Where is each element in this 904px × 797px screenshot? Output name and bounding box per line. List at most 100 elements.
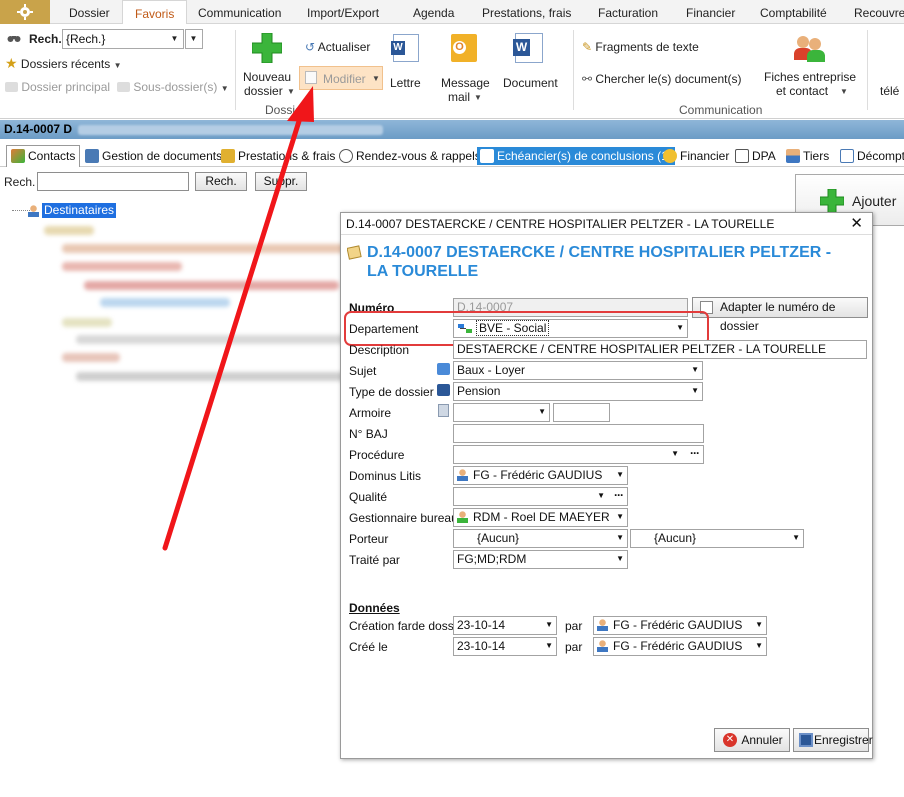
procedure-select[interactable]: ▼ ··· <box>453 445 704 464</box>
refresh-button[interactable]: ↺ Actualiser <box>305 40 370 54</box>
traite-select[interactable]: FG;MD;RDM ▼ <box>453 550 628 569</box>
cree-date-picker[interactable]: 23-10-14 ▼ <box>453 637 557 656</box>
cards-label-1: Fiches entreprise <box>764 70 857 84</box>
tab-financier-doc[interactable]: Financier <box>663 147 729 165</box>
recent-dossiers-button[interactable]: ★ Dossiers récents ▼ <box>5 55 122 72</box>
armoire-select[interactable]: ▼ <box>453 403 550 422</box>
armoire-detail-field[interactable] <box>553 403 610 422</box>
tab-rendez-vous[interactable]: Rendez-vous & rappels <box>339 147 481 165</box>
tab-recouvrement[interactable]: Recouvre <box>854 0 904 24</box>
new-dossier-label-2: dossier <box>244 84 283 98</box>
description-field[interactable]: DESTAERCKE / CENTRE HOSPITALIER PELTZER … <box>453 340 867 359</box>
tab-contacts-label: Contacts <box>28 149 76 163</box>
tab-import-export[interactable]: Import/Export <box>307 0 379 24</box>
chevron-down-icon: ▼ <box>792 533 800 542</box>
tab-tiers[interactable]: Tiers <box>786 147 829 165</box>
search-history-button[interactable]: ▼ <box>185 29 203 49</box>
modify-button[interactable]: Modifier ▼ <box>299 66 383 90</box>
tab-prestations[interactable]: Prestations, frais <box>482 0 571 24</box>
edit-icon <box>305 71 317 84</box>
armoire-label: Armoire <box>349 406 392 420</box>
main-folder-label: Dossier principal <box>21 80 111 94</box>
letter-button[interactable]: W Lettre <box>388 30 428 90</box>
tab-decompte[interactable]: Décompte <box>840 147 904 165</box>
porteur-select-2[interactable]: {Aucun} ▼ <box>630 529 804 548</box>
subfolder-button[interactable]: Sous-dossier(s) ▼ <box>117 80 229 94</box>
tab-documents[interactable]: Gestion de documents <box>85 147 222 165</box>
dominus-select[interactable]: FG - Frédéric GAUDIUS ▼ <box>453 466 628 485</box>
add-button-label: Ajouter <box>852 193 897 209</box>
message-mail-button[interactable]: O Message mail ▼ <box>439 30 491 104</box>
tab-comptabilite[interactable]: Comptabilité <box>760 0 827 24</box>
contacts-search-input[interactable] <box>37 172 189 191</box>
tab-prestations-frais[interactable]: Prestations & frais <box>221 147 335 165</box>
tree-item-redacted[interactable] <box>100 298 230 307</box>
tree-item-redacted[interactable] <box>44 226 94 235</box>
creation-date-picker[interactable]: 23-10-14 ▼ <box>453 616 557 635</box>
chevron-down-icon: ▼ <box>840 87 848 96</box>
tab-favoris[interactable]: Favoris <box>122 0 188 25</box>
dialog-heading-line-1: D.14-0007 DESTAERCKE / CENTRE HOSPITALIE… <box>367 244 832 261</box>
save-button[interactable]: Enregistrer <box>793 728 873 752</box>
search-documents-button[interactable]: ⚯ Chercher le(s) document(s) <box>582 72 741 86</box>
tree-item-redacted[interactable] <box>62 353 120 362</box>
ellipsis-button[interactable]: ··· <box>690 446 700 460</box>
gestionnaire-select[interactable]: RDM - Roel DE MAEYER ▼ <box>453 508 628 527</box>
porteur-select-1[interactable]: {Aucun} ▼ <box>453 529 628 548</box>
donnees-heading: Données <box>349 601 400 615</box>
creation-by-select[interactable]: FG - Frédéric GAUDIUS ▼ <box>593 616 767 635</box>
fragments-label: Fragments de texte <box>595 40 699 54</box>
binoculars-icon <box>7 36 21 42</box>
chevron-down-icon: ▼ <box>616 533 624 542</box>
tab-financier-label: Financier <box>680 149 730 163</box>
tab-financier[interactable]: Financier <box>686 0 735 24</box>
main-folder-button[interactable]: Dossier principal <box>5 80 110 94</box>
contacts-search-button[interactable]: Rech. <box>195 172 247 191</box>
contacts-icon <box>793 34 827 64</box>
baj-field[interactable] <box>453 424 704 443</box>
tree-item-redacted[interactable] <box>62 244 352 253</box>
qualite-select[interactable]: ▼ ··· <box>453 487 628 506</box>
dialog-title: D.14-0007 DESTAERCKE / CENTRE HOSPITALIE… <box>346 217 775 231</box>
dialog-heading: D.14-0007 DESTAERCKE / CENTRE HOSPITALIE… <box>367 243 831 281</box>
chevron-down-icon: ▼ <box>287 87 295 96</box>
close-icon[interactable]: ✕ <box>850 213 863 235</box>
document-label: Document <box>503 76 558 90</box>
cabinet-icon <box>438 404 449 417</box>
contact-cards-button[interactable]: Fiches entreprise et contact ▼ <box>760 30 860 100</box>
search-combo[interactable]: {Rech.} ▼ <box>62 29 184 49</box>
ellipsis-button[interactable]: ··· <box>614 488 624 502</box>
tree-item-redacted[interactable] <box>62 318 112 327</box>
search-label: Rech. <box>29 32 62 46</box>
tab-facturation[interactable]: Facturation <box>598 0 658 24</box>
porteur-value-2: {Aucun} <box>654 531 697 545</box>
tree-item-redacted[interactable] <box>62 262 182 271</box>
sujet-select[interactable]: Baux - Loyer ▼ <box>453 361 703 380</box>
contacts-icon <box>28 205 39 217</box>
chevron-down-icon: ▼ <box>597 491 605 500</box>
plus-icon <box>252 33 282 63</box>
coin-icon <box>663 149 677 163</box>
cree-by-select[interactable]: FG - Frédéric GAUDIUS ▼ <box>593 637 767 656</box>
tree-item-redacted[interactable] <box>84 281 339 290</box>
tab-communication[interactable]: Communication <box>198 0 281 24</box>
modify-label: Modifier <box>323 72 366 86</box>
tab-dpa[interactable]: DPA <box>735 147 776 165</box>
type-select[interactable]: Pension ▼ <box>453 382 703 401</box>
app-menu-button[interactable] <box>0 0 50 24</box>
tab-dossier[interactable]: Dossier <box>69 0 110 24</box>
cancel-button[interactable]: ✕ Annuler <box>714 728 790 752</box>
tab-echeancier[interactable]: Echéancier(s) de conclusions (1) <box>477 147 675 165</box>
tree-root-destinataires[interactable]: Destinataires <box>42 203 117 218</box>
contacts-delete-button[interactable]: Suppr. <box>255 172 307 191</box>
tab-agenda[interactable]: Agenda <box>413 0 454 24</box>
new-dossier-button[interactable]: Nouveau dossier ▼ <box>240 30 295 100</box>
document-button[interactable]: W Document <box>500 30 564 90</box>
adapt-number-button[interactable]: Adapter le numéro de dossier <box>692 297 868 333</box>
subfolder-icon <box>117 82 130 92</box>
tab-contacts[interactable]: Contacts <box>6 145 80 167</box>
tree-item-redacted[interactable] <box>76 372 346 381</box>
tab-documents-label: Gestion de documents <box>102 149 223 163</box>
fragments-button[interactable]: ✎ Fragments de texte <box>582 40 699 54</box>
tree-item-redacted[interactable] <box>76 335 346 344</box>
